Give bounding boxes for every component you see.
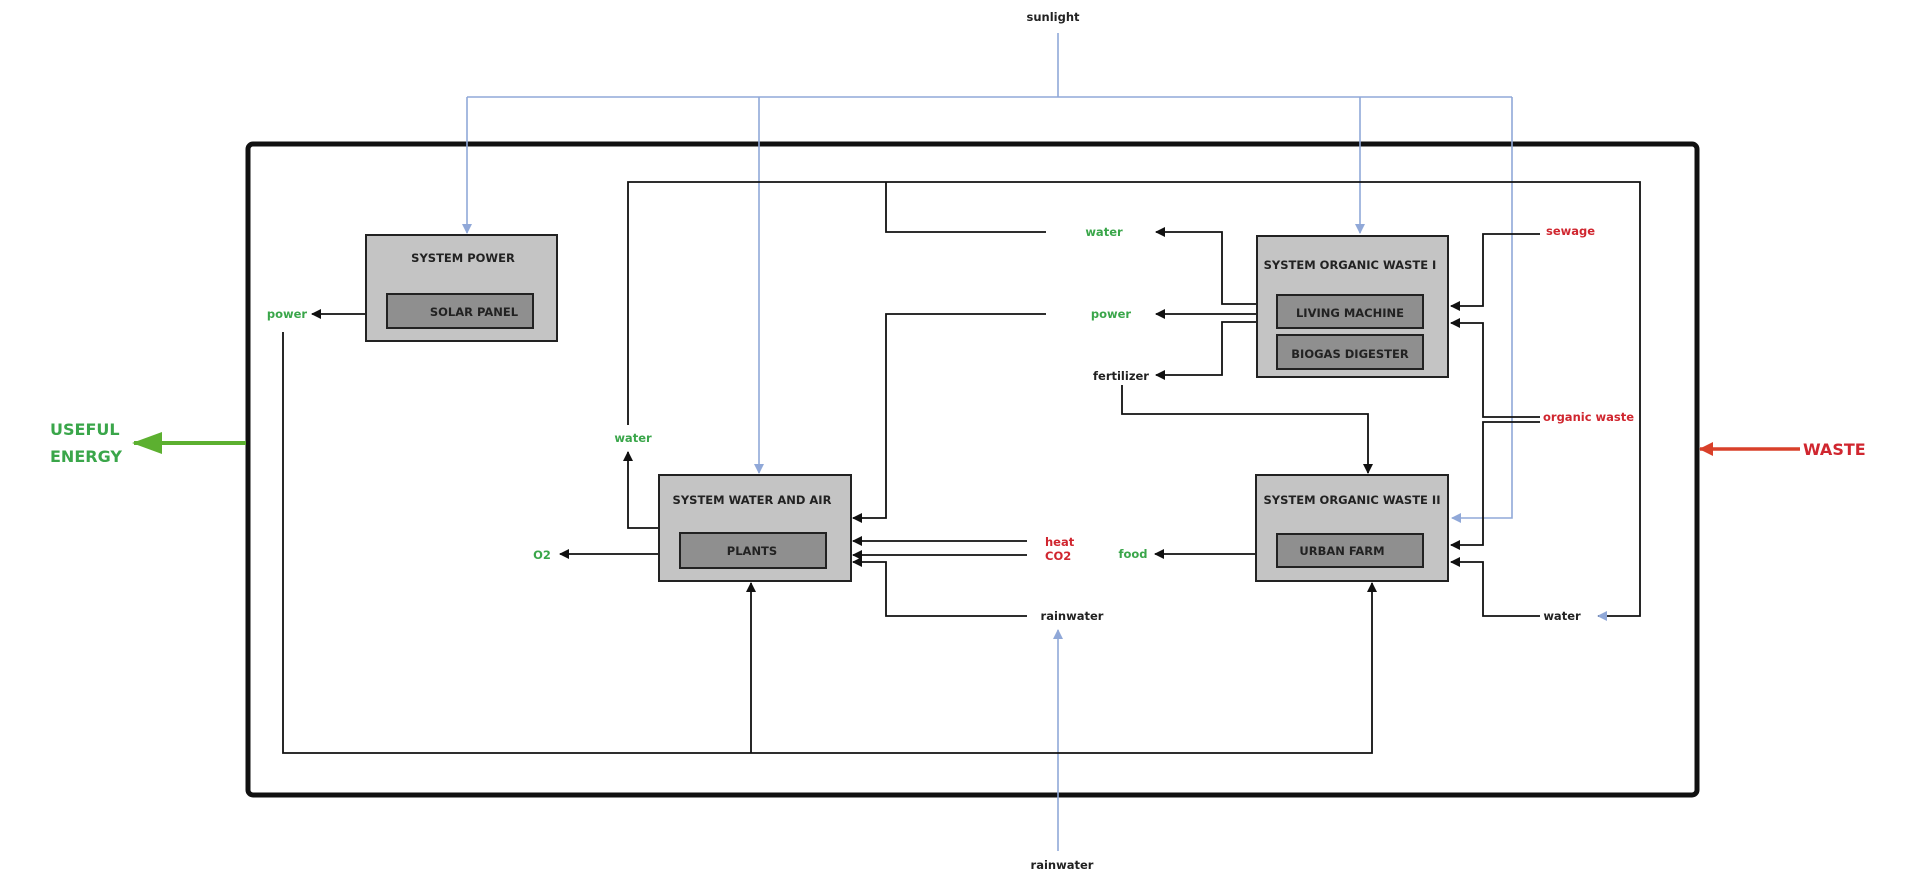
plants-label: PLANTS (727, 544, 777, 558)
flow-label-water-ow2: water (1543, 609, 1581, 623)
flow-label-heat: heat (1045, 535, 1075, 549)
flow-label-fertilizer: fertilizer (1093, 369, 1149, 383)
flow-label-water-ow1: water (1085, 225, 1123, 239)
flow-label-power-ow1: power (1091, 307, 1132, 321)
flow-label-organic-waste: organic waste (1543, 410, 1634, 424)
flow-label-food: food (1118, 547, 1147, 561)
flow-label-o2: O2 (533, 548, 551, 562)
urban-farm-label: URBAN FARM (1299, 544, 1384, 558)
system-organic-waste-2-title: SYSTEM ORGANIC WASTE II (1264, 493, 1441, 507)
rainwater-external-label: rainwater (1031, 858, 1094, 872)
system-organic-waste-2-box[interactable]: SYSTEM ORGANIC WASTE II URBAN FARM (1255, 474, 1449, 582)
useful-energy-label-line1: USEFUL (50, 420, 120, 439)
system-organic-waste-1-title: SYSTEM ORGANIC WASTE I (1264, 258, 1437, 272)
system-organic-waste-1-box[interactable]: SYSTEM ORGANIC WASTE I LIVING MACHINE BI… (1256, 235, 1449, 378)
living-machine-label: LIVING MACHINE (1296, 306, 1404, 320)
sunlight-label: sunlight (1026, 10, 1080, 24)
system-water-air-title: SYSTEM WATER AND AIR (673, 493, 832, 507)
system-power-title: SYSTEM POWER (411, 251, 515, 265)
useful-energy-label-line2: ENERGY (50, 447, 122, 466)
biogas-digester-label: BIOGAS DIGESTER (1291, 347, 1409, 361)
system-power-box[interactable]: SYSTEM POWER SOLAR PANEL (365, 234, 558, 342)
flow-label-water-plants: water (614, 431, 652, 445)
waste-label: WASTE (1803, 440, 1866, 459)
flow-label-co2: CO2 (1045, 549, 1071, 563)
system-water-air-box[interactable]: SYSTEM WATER AND AIR PLANTS (658, 474, 852, 582)
flow-label-rainwater: rainwater (1041, 609, 1104, 623)
flow-label-power-solar: power (267, 307, 308, 321)
flow-label-sewage: sewage (1546, 224, 1595, 238)
system-diagram: SYSTEM POWER SOLAR PANEL SYSTEM WATER AN… (50, 10, 1866, 872)
solar-panel-label: SOLAR PANEL (430, 305, 519, 319)
